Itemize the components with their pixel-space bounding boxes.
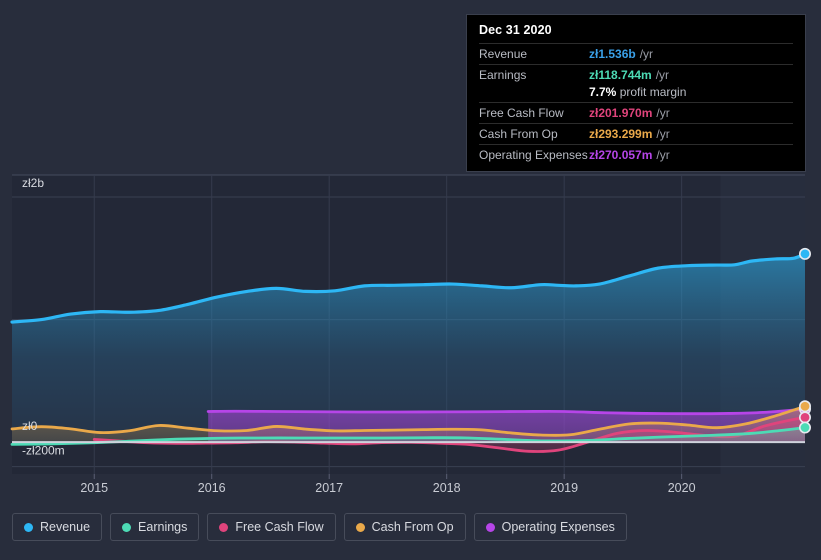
tooltip-unit-free-cash-flow: /yr	[656, 106, 670, 120]
x-axis-label: 2016	[198, 481, 226, 495]
legend-dot-operating-expenses-icon	[485, 522, 495, 532]
x-axis-label: 2019	[550, 481, 578, 495]
financial-chart: zł2b zł0 -zł200m 2015 2016 2017 2018 2019 2020 D…	[0, 0, 821, 560]
tooltip-label-free-cash-flow: Free Cash Flow	[479, 106, 564, 120]
end-marker-revenue[interactable]	[798, 247, 811, 260]
end-marker-cash_from_op[interactable]	[798, 400, 811, 413]
x-axis-label: 2018	[433, 481, 461, 495]
tooltip-unit-operating-expenses: /yr	[656, 148, 670, 162]
tooltip-unit-revenue: /yr	[639, 47, 654, 61]
legend-label-cash-from-op: Cash From Op	[371, 520, 454, 534]
legend-item-cash-from-op[interactable]: Cash From Op	[343, 513, 466, 541]
tooltip-value-free-cash-flow: zł201.970m	[589, 106, 653, 120]
tooltip-value-operating-expenses: zł270.057m	[589, 148, 653, 162]
legend-dot-free-cash-flow-icon	[219, 522, 229, 532]
chart-tooltip: Dec 31 2020 Revenue zł1.536b /yr Earning…	[466, 14, 806, 172]
legend-label-operating-expenses: Operating Expenses	[501, 520, 615, 534]
tooltip-value-cash-from-op: zł293.299m	[589, 127, 653, 141]
legend-item-earnings[interactable]: Earnings	[110, 513, 200, 541]
tooltip-row-cash-from-op: Cash From Op zł293.299m /yr	[479, 123, 793, 144]
tooltip-row-free-cash-flow: Free Cash Flow zł201.970m /yr	[479, 102, 793, 123]
chart-legend: Revenue Earnings Free Cash Flow Cash Fro…	[12, 513, 627, 541]
tooltip-value-revenue: zł1.536b	[589, 47, 636, 61]
legend-dot-cash-from-op-icon	[355, 522, 365, 532]
x-axis-label: 2015	[80, 481, 108, 495]
y-axis-label: zł0	[22, 419, 38, 433]
x-axis-label: 2017	[315, 481, 343, 495]
tooltip-row-profit-margin: 7.7% profit margin	[479, 85, 793, 102]
tooltip-row-operating-expenses: Operating Expenses zł270.057m /yr	[479, 144, 793, 165]
tooltip-row-revenue: Revenue zł1.536b /yr	[479, 43, 793, 64]
tooltip-profit-margin-value: 7.7%	[589, 85, 617, 99]
end-marker-earnings[interactable]	[798, 421, 811, 434]
end-marker-free_cash_flow[interactable]	[798, 411, 811, 424]
tooltip-value-earnings: zł118.744m	[589, 68, 652, 82]
y-axis-label: -zł200m	[22, 444, 65, 458]
tooltip-profit-margin: 7.7% profit margin	[589, 85, 686, 99]
tooltip-label-cash-from-op: Cash From Op	[479, 127, 558, 141]
legend-label-free-cash-flow: Free Cash Flow	[235, 520, 324, 534]
tooltip-date: Dec 31 2020	[479, 23, 552, 37]
legend-dot-earnings-icon	[122, 522, 132, 532]
tooltip-label-earnings: Earnings	[479, 68, 527, 82]
tooltip-label-revenue: Revenue	[479, 47, 528, 61]
x-axis-label: 2020	[668, 481, 696, 495]
legend-item-free-cash-flow[interactable]: Free Cash Flow	[207, 513, 336, 541]
legend-label-revenue: Revenue	[40, 520, 91, 534]
y-axis-label: zł2b	[22, 176, 44, 190]
legend-label-earnings: Earnings	[138, 520, 188, 534]
tooltip-row-earnings: Earnings zł118.744m /yr	[479, 64, 793, 85]
tooltip-unit-earnings: /yr	[655, 68, 670, 82]
legend-item-operating-expenses[interactable]: Operating Expenses	[473, 513, 627, 541]
legend-item-revenue[interactable]: Revenue	[12, 513, 103, 541]
tooltip-label-operating-expenses: Operating Expenses	[479, 148, 588, 162]
tooltip-profit-margin-label: profit margin	[619, 85, 687, 99]
legend-dot-revenue-icon	[24, 522, 33, 532]
tooltip-unit-cash-from-op: /yr	[656, 127, 670, 141]
